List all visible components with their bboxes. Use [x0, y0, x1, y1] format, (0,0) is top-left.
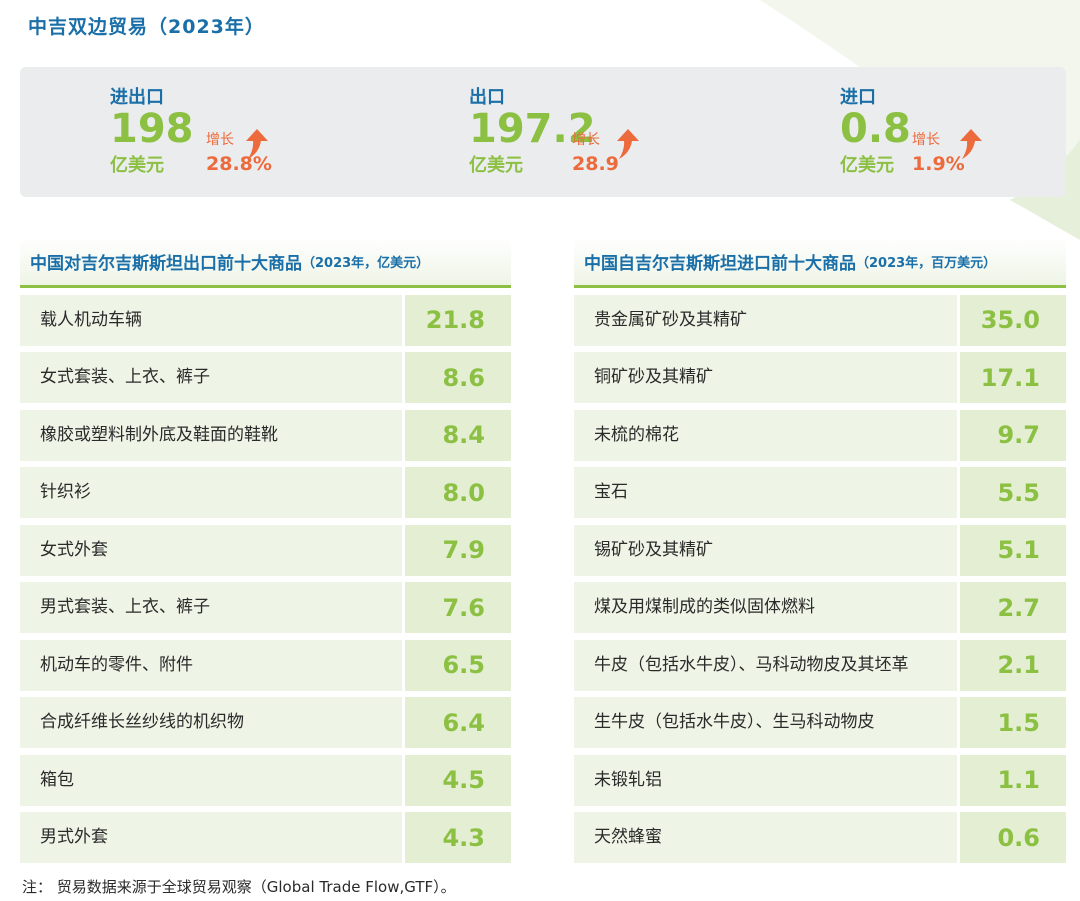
growth-arrow-icon	[617, 129, 639, 159]
table-row: 女式套装、上衣、裤子 8.6	[20, 352, 511, 403]
row-item-value: 1.5	[960, 697, 1066, 748]
section-title-text: 中吉双边贸易（2023年）	[28, 16, 265, 38]
stat-import-growth: 1.9%	[912, 153, 965, 175]
table-row: 天然蜂蜜 0.6	[574, 812, 1066, 863]
table-row: 机动车的零件、附件 6.5	[20, 639, 511, 691]
stat-import-growth-label: 增长	[912, 132, 940, 148]
stat-import-value: 0.8	[840, 106, 911, 152]
import-table-note: （2023年，百万美元）	[856, 256, 997, 271]
table-row: 铜矿砂及其精矿 17.1	[574, 352, 1066, 403]
table-row: 针织衫 8.0	[20, 467, 511, 518]
row-item-value: 17.1	[960, 352, 1066, 403]
row-item-value: 9.7	[960, 409, 1066, 461]
table-row: 合成纤维长丝纱线的机织物 6.4	[20, 697, 511, 748]
stat-total-unit: 亿美元	[110, 155, 164, 176]
stat-export-growth-label: 增长	[572, 132, 600, 148]
table-row: 锡矿砂及其精矿 5.1	[574, 524, 1066, 576]
export-table-note: （2023年，亿美元）	[302, 256, 430, 271]
table-row: 橡胶或塑料制外底及鞋面的鞋靴 8.4	[20, 409, 511, 461]
row-item-name: 男式套装、上衣、裤子	[20, 582, 402, 633]
stat-export-unit: 亿美元	[469, 155, 523, 176]
row-item-name: 合成纤维长丝纱线的机织物	[20, 697, 402, 748]
row-item-name: 锡矿砂及其精矿	[574, 524, 957, 576]
row-item-name: 女式套装、上衣、裤子	[20, 352, 402, 403]
row-item-name: 机动车的零件、附件	[20, 639, 402, 691]
row-item-value: 7.9	[405, 524, 511, 576]
table-row: 男式外套 4.3	[20, 812, 511, 863]
table-row: 贵金属矿砂及其精矿 35.0	[574, 294, 1066, 346]
table-row: 生牛皮（包括水牛皮）、生马科动物皮 1.5	[574, 697, 1066, 748]
growth-arrow-icon	[246, 129, 268, 159]
import-table-header: 中国自吉尔吉斯斯坦进口前十大商品 （2023年，百万美元）	[574, 238, 1066, 288]
row-item-value: 8.4	[405, 409, 511, 461]
import-table-title: 中国自吉尔吉斯斯坦进口前十大商品	[584, 254, 856, 274]
table-row: 宝石 5.5	[574, 467, 1066, 518]
row-item-value: 8.6	[405, 352, 511, 403]
table-row: 未锻轧铝 1.1	[574, 754, 1066, 806]
row-item-value: 21.8	[405, 294, 511, 346]
trade-summary-panel: 进出口 198 亿美元 增长 28.8% 出口 197.2 亿美元 增长 28.…	[20, 67, 1066, 197]
row-item-value: 35.0	[960, 294, 1066, 346]
table-row: 未梳的棉花 9.7	[574, 409, 1066, 461]
table-row: 煤及用煤制成的类似固体燃料 2.7	[574, 582, 1066, 633]
row-item-value: 2.7	[960, 582, 1066, 633]
table-row: 女式外套 7.9	[20, 524, 511, 576]
row-item-name: 载人机动车辆	[20, 294, 402, 346]
stat-import-unit: 亿美元	[840, 155, 894, 176]
export-top10-table: 中国对吉尔吉斯斯坦出口前十大商品 （2023年，亿美元） 载人机动车辆 21.8 女…	[20, 238, 511, 863]
row-item-value: 0.6	[960, 812, 1066, 863]
stat-total: 进出口 198 亿美元 增长 28.8%	[110, 83, 272, 176]
export-table-title: 中国对吉尔吉斯斯坦出口前十大商品	[30, 254, 302, 274]
row-item-name: 箱包	[20, 754, 402, 806]
row-item-name: 针织衫	[20, 467, 402, 518]
row-item-name: 女式外套	[20, 524, 402, 576]
footnote: 注： 贸易数据来源于全球贸易观察（Global Trade Flow,GTF）。	[22, 878, 456, 896]
table-row: 箱包 4.5	[20, 754, 511, 806]
row-item-name: 牛皮（包括水牛皮）、马科动物皮及其坯革	[574, 639, 957, 691]
row-item-name: 铜矿砂及其精矿	[574, 352, 957, 403]
import-top10-table: 中国自吉尔吉斯斯坦进口前十大商品 （2023年，百万美元） 贵金属矿砂及其精矿 3…	[574, 238, 1066, 863]
row-item-name: 贵金属矿砂及其精矿	[574, 294, 957, 346]
stat-export-growth: 28.9	[572, 153, 619, 175]
row-item-name: 男式外套	[20, 812, 402, 863]
stat-export: 出口 197.2 亿美元 增长 28.9	[469, 83, 639, 176]
table-row: 载人机动车辆 21.8	[20, 294, 511, 346]
stat-total-value: 198	[110, 106, 194, 152]
import-table-body: 贵金属矿砂及其精矿 35.0 铜矿砂及其精矿 17.1 未梳的棉花 9.7 宝石 5.5 锡矿砂…	[574, 294, 1066, 863]
row-item-name: 宝石	[574, 467, 957, 518]
stat-import: 进口 0.8 亿美元 增长 1.9%	[840, 83, 982, 176]
row-item-name: 天然蜂蜜	[574, 812, 957, 863]
stat-total-growth-label: 增长	[206, 132, 234, 148]
export-table-header: 中国对吉尔吉斯斯坦出口前十大商品 （2023年，亿美元）	[20, 238, 511, 288]
row-item-name: 未锻轧铝	[574, 754, 957, 806]
row-item-value: 7.6	[405, 582, 511, 633]
table-row: 牛皮（包括水牛皮）、马科动物皮及其坯革 2.1	[574, 639, 1066, 691]
row-item-value: 6.4	[405, 697, 511, 748]
row-item-value: 8.0	[405, 467, 511, 518]
row-item-name: 橡胶或塑料制外底及鞋面的鞋靴	[20, 409, 402, 461]
export-table-body: 载人机动车辆 21.8 女式套装、上衣、裤子 8.6 橡胶或塑料制外底及鞋面的鞋靴 8.4…	[20, 294, 511, 863]
section-title: 中吉双边贸易（2023年）	[22, 8, 278, 44]
row-item-value: 4.3	[405, 812, 511, 863]
row-item-value: 5.1	[960, 524, 1066, 576]
table-row: 男式套装、上衣、裤子 7.6	[20, 582, 511, 633]
row-item-name: 未梳的棉花	[574, 409, 957, 461]
row-item-name: 生牛皮（包括水牛皮）、生马科动物皮	[574, 697, 957, 748]
row-item-value: 1.1	[960, 754, 1066, 806]
row-item-value: 5.5	[960, 467, 1066, 518]
row-item-value: 6.5	[405, 639, 511, 691]
row-item-name: 煤及用煤制成的类似固体燃料	[574, 582, 957, 633]
row-item-value: 2.1	[960, 639, 1066, 691]
row-item-value: 4.5	[405, 754, 511, 806]
growth-arrow-icon	[960, 129, 982, 159]
